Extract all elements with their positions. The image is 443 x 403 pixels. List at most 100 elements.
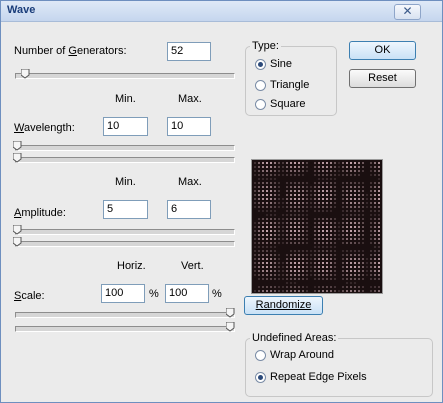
preview-dot bbox=[258, 178, 260, 180]
preview-dot bbox=[262, 186, 264, 188]
scale-horiz-input[interactable]: 100 bbox=[101, 284, 145, 303]
preview-dot bbox=[298, 266, 300, 268]
preview-dot bbox=[314, 258, 316, 260]
preview-dot bbox=[274, 206, 276, 208]
preview-dot bbox=[318, 190, 320, 192]
title-bar[interactable]: Wave ✕ bbox=[1, 1, 442, 22]
type-square-label[interactable]: Square bbox=[270, 98, 305, 110]
preview-dot bbox=[318, 182, 320, 184]
amplitude-min-input[interactable]: 5 bbox=[103, 200, 148, 219]
preview-dot bbox=[290, 266, 292, 268]
type-sine-label[interactable]: Sine bbox=[270, 58, 292, 70]
amplitude-max-slider-track[interactable] bbox=[15, 241, 235, 247]
scale-horiz-slider-track[interactable] bbox=[15, 312, 235, 318]
repeat-edge-pixels-label[interactable]: Repeat Edge Pixels bbox=[270, 371, 367, 383]
preview-dot bbox=[326, 234, 328, 236]
preview-dot bbox=[358, 162, 360, 164]
amplitude-min-slider-thumb[interactable] bbox=[13, 225, 22, 235]
preview-dot bbox=[350, 226, 352, 228]
randomize-button[interactable]: Randomize bbox=[244, 296, 323, 315]
preview-dot bbox=[302, 258, 304, 260]
preview-dot bbox=[342, 278, 344, 280]
preview-dot bbox=[326, 190, 328, 192]
ok-button[interactable]: OK bbox=[349, 41, 416, 60]
preview-dot bbox=[290, 250, 292, 252]
preview-dot bbox=[306, 170, 308, 172]
close-button[interactable]: ✕ bbox=[394, 4, 421, 20]
preview-dot bbox=[310, 266, 312, 268]
generators-slider-thumb[interactable] bbox=[21, 69, 30, 79]
preview-dot bbox=[294, 222, 296, 224]
preview-dot bbox=[266, 178, 268, 180]
preview-dot bbox=[310, 270, 312, 272]
preview-dot bbox=[358, 262, 360, 264]
preview-dot bbox=[374, 266, 376, 268]
type-sine-radio[interactable] bbox=[255, 59, 266, 70]
preview-dot bbox=[378, 190, 380, 192]
reset-button[interactable]: Reset bbox=[349, 69, 416, 88]
preview-dot bbox=[350, 286, 352, 288]
wavelength-max-slider-thumb[interactable] bbox=[13, 153, 22, 163]
preview-dot bbox=[338, 234, 340, 236]
preview-dot bbox=[342, 186, 344, 188]
preview-dot bbox=[306, 226, 308, 228]
preview-dot bbox=[346, 270, 348, 272]
type-square-radio[interactable] bbox=[255, 99, 266, 110]
generators-slider-track[interactable] bbox=[15, 73, 235, 79]
preview-dot bbox=[278, 218, 280, 220]
preview-dot bbox=[370, 226, 372, 228]
preview-dot bbox=[330, 246, 332, 248]
preview-dot bbox=[362, 170, 364, 172]
preview-dot bbox=[370, 198, 372, 200]
scale-vert-slider-track[interactable] bbox=[15, 326, 235, 332]
preview-dot bbox=[258, 162, 260, 164]
wavelength-min-slider-track[interactable] bbox=[15, 145, 235, 151]
amplitude-max-input[interactable]: 6 bbox=[167, 200, 211, 219]
wavelength-min-slider-thumb[interactable] bbox=[13, 141, 22, 151]
preview-dot bbox=[362, 286, 364, 288]
wavelength-min-input[interactable]: 10 bbox=[103, 117, 148, 136]
preview-dot bbox=[274, 270, 276, 272]
preview-dot bbox=[374, 258, 376, 260]
preview-dot bbox=[302, 274, 304, 276]
scale-vert-input[interactable]: 100 bbox=[165, 284, 209, 303]
amplitude-max-header: Max. bbox=[178, 176, 202, 188]
type-triangle-radio[interactable] bbox=[255, 80, 266, 91]
type-triangle-label[interactable]: Triangle bbox=[270, 79, 309, 91]
preview-dot bbox=[266, 182, 268, 184]
preview-dot bbox=[378, 198, 380, 200]
preview-dot bbox=[322, 278, 324, 280]
preview-dot bbox=[378, 202, 380, 204]
preview-dot bbox=[318, 202, 320, 204]
wrap-around-radio[interactable] bbox=[255, 350, 266, 361]
repeat-edge-pixels-radio[interactable] bbox=[255, 372, 266, 383]
preview-dot bbox=[366, 262, 368, 264]
preview-dot bbox=[318, 258, 320, 260]
amplitude-min-slider-track[interactable] bbox=[15, 229, 235, 235]
preview-dot bbox=[350, 198, 352, 200]
preview-dot bbox=[370, 210, 372, 212]
wrap-around-label[interactable]: Wrap Around bbox=[270, 349, 334, 361]
wavelength-max-slider-track[interactable] bbox=[15, 157, 235, 163]
preview-dot bbox=[274, 198, 276, 200]
preview-dot bbox=[334, 262, 336, 264]
preview-dot bbox=[374, 182, 376, 184]
preview-dot bbox=[302, 230, 304, 232]
wavelength-max-input[interactable]: 10 bbox=[167, 117, 211, 136]
preview-dot bbox=[322, 206, 324, 208]
preview-dot bbox=[286, 194, 288, 196]
preview-dot bbox=[262, 170, 264, 172]
preview-dot bbox=[326, 258, 328, 260]
preview-dot bbox=[374, 194, 376, 196]
scale-vert-slider-thumb[interactable] bbox=[226, 322, 235, 332]
preview-dot bbox=[266, 250, 268, 252]
preview-dot bbox=[374, 290, 376, 292]
preview-dot bbox=[258, 242, 260, 244]
scale-horiz-slider-thumb[interactable] bbox=[226, 308, 235, 318]
generators-input[interactable]: 52 bbox=[167, 42, 211, 61]
undefined-areas-title: Undefined Areas: bbox=[250, 332, 339, 344]
preview-dot bbox=[274, 254, 276, 256]
amplitude-max-slider-thumb[interactable] bbox=[13, 237, 22, 247]
preview-dot bbox=[370, 266, 372, 268]
preview-dot bbox=[302, 222, 304, 224]
